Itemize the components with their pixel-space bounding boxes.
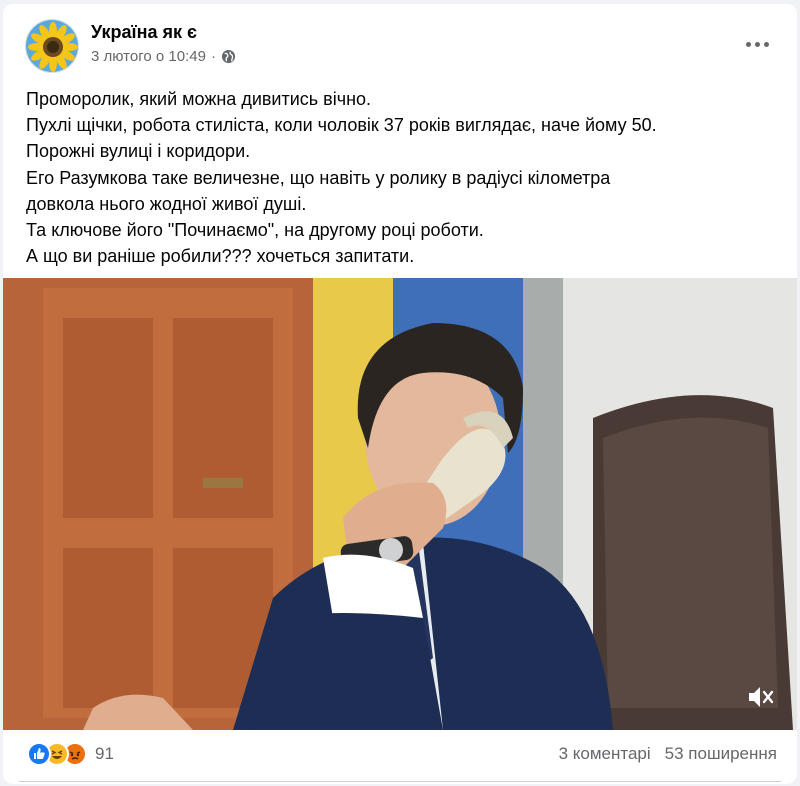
globe-icon[interactable] [221,49,236,64]
reaction-count: 91 [95,744,114,763]
like-icon [27,742,51,766]
post-footer: 91 3 коментарі 53 поширення [3,730,797,784]
post-text-line: Порожні вулиці і коридори. [26,141,251,162]
post-message: Проморолик, який можна дивитись вічно. П… [26,86,786,269]
post-text-line: Пухлі щічки, робота стиліста, коли чолов… [26,115,657,136]
post-text-line: Проморолик, який можна дивитись вічно. [26,89,372,109]
video-frame [3,278,797,730]
shares-count-link[interactable]: 53 поширення [665,744,777,764]
post-date-link[interactable]: 3 лютого о 10:49 [91,48,206,65]
more-options-icon[interactable] [739,30,775,58]
page-name-link[interactable]: Україна як є [91,22,197,43]
comments-count-link[interactable]: 3 коментарі [559,744,651,764]
post-stats: 3 коментарі 53 поширення [559,744,777,764]
post-text-line: довкола нього жодної живої душі. [26,193,307,214]
footer-divider [19,781,781,782]
video-player[interactable] [3,278,797,730]
post-card: Україна як є 3 лютого о 10:49 · Проморол… [3,4,797,784]
post-text-line: Та ключове його "Починаємо", на другому … [26,220,484,241]
speaker-muted-icon [749,687,774,707]
post-text-line: Его Разумкова таке величезне, що навіть … [26,167,611,188]
sunflower-logo-icon [26,20,78,72]
mute-toggle-button[interactable] [745,682,775,712]
reactions-summary[interactable]: 91 [27,742,114,766]
post-header: Україна як є 3 лютого о 10:49 · [3,4,797,84]
post-meta: 3 лютого о 10:49 · [91,48,236,65]
post-text-line: А що ви раніше робили??? хочеться запита… [26,246,415,267]
meta-separator: · [210,48,216,65]
page-avatar[interactable] [25,19,79,73]
